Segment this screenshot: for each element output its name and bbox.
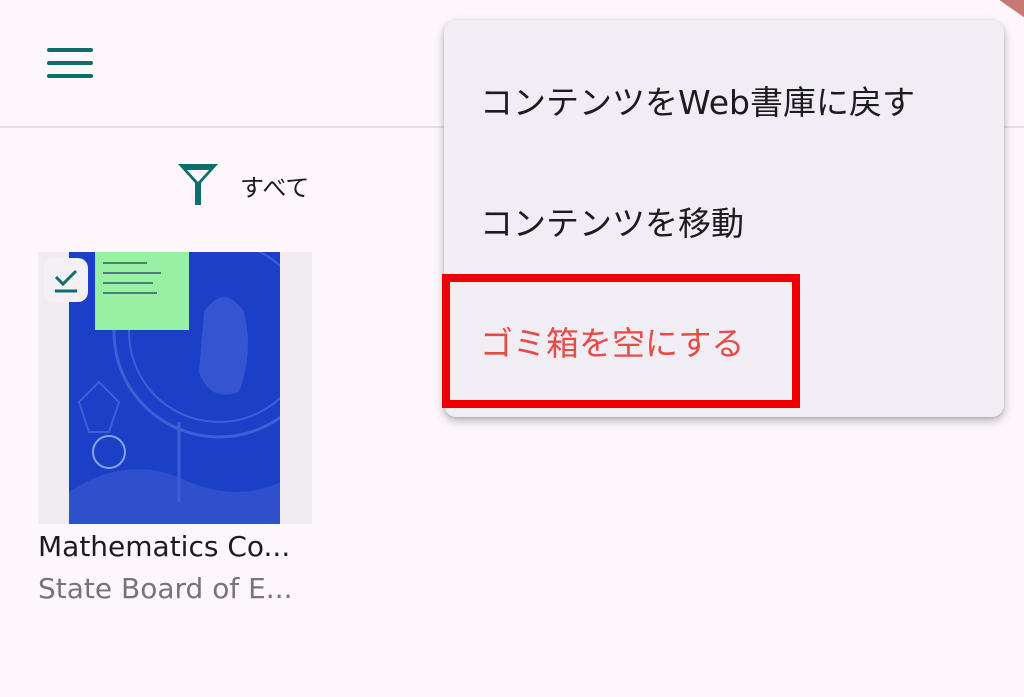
filter-label: すべて <box>240 173 310 202</box>
menu-item-label: ゴミ箱を空にする <box>480 324 745 363</box>
downloaded-badge <box>44 258 88 302</box>
filter-icon <box>178 164 218 205</box>
menu-item-return-to-web-library[interactable]: コンテンツをWeb書庫に戻す <box>444 60 1004 140</box>
menu-item-label: コンテンツをWeb書庫に戻す <box>480 83 915 122</box>
download-check-icon <box>54 269 78 293</box>
menu-item-move-content[interactable]: コンテンツを移動 <box>444 181 1004 261</box>
book-author: State Board of E... <box>38 572 293 605</box>
menu-button[interactable] <box>30 30 110 96</box>
book-title[interactable]: Mathematics Co... <box>38 530 318 563</box>
filter-button[interactable]: すべて <box>176 160 309 210</box>
hamburger-menu-icon <box>47 48 93 78</box>
menu-item-empty-trash[interactable]: ゴミ箱を空にする <box>444 301 1004 381</box>
context-menu: コンテンツをWeb書庫に戻す コンテンツを移動 ゴミ箱を空にする <box>444 20 1004 417</box>
menu-item-label: コンテンツを移動 <box>480 204 744 243</box>
cover-image <box>69 252 280 524</box>
